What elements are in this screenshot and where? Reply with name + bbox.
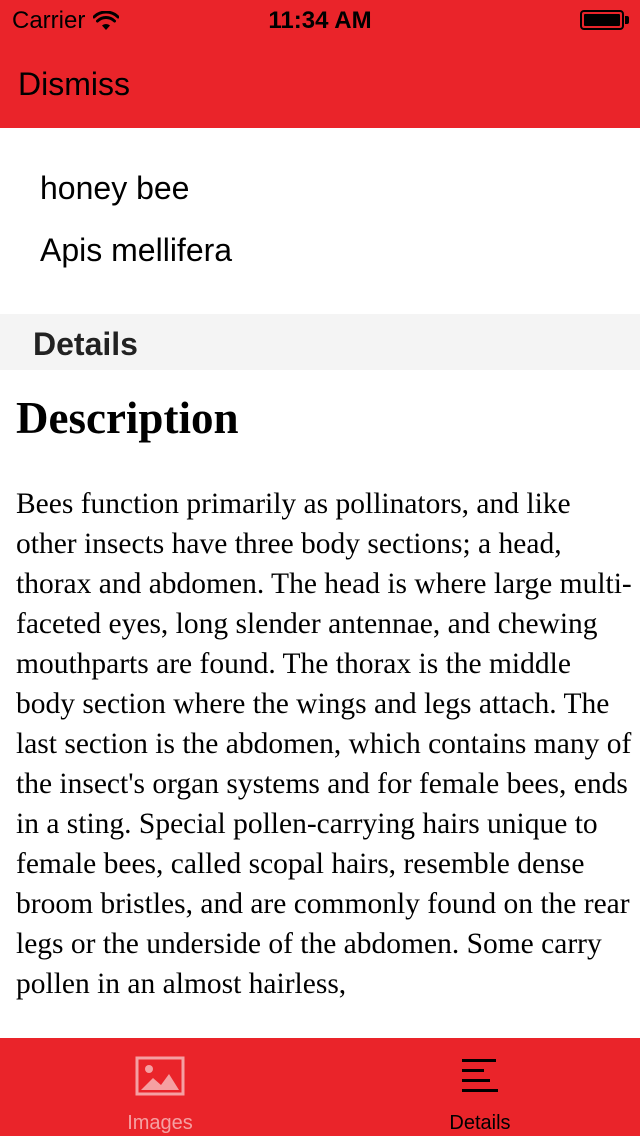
tab-details-label: Details [449,1112,511,1134]
description-scroll-view[interactable]: Description Bees function primarily as p… [0,370,640,1038]
clock: 11:34 AM [268,7,372,34]
description-body: Bees function primarily as pollinators, … [16,488,632,1000]
tab-bar: Images Details [0,1038,640,1136]
scientific-name: Apis mellifera [40,232,233,268]
details-lines-icon [462,1059,498,1092]
image-icon [135,1056,185,1096]
tab-images[interactable]: Images [0,1038,320,1136]
battery-icon [580,10,630,30]
section-title: Details [33,326,138,362]
navigation-bar: Carrier 11:34 AM Dismiss [0,0,640,128]
common-name: honey bee [40,170,190,206]
tab-details[interactable]: Details [320,1038,640,1136]
dismiss-button[interactable]: Dismiss [18,66,130,103]
status-bar: Carrier 11:34 AM [0,0,640,40]
section-header: Details [0,314,640,370]
species-header: honey bee Apis mellifera [0,128,640,314]
description-heading: Description [16,393,239,443]
tab-images-label: Images [127,1112,193,1134]
